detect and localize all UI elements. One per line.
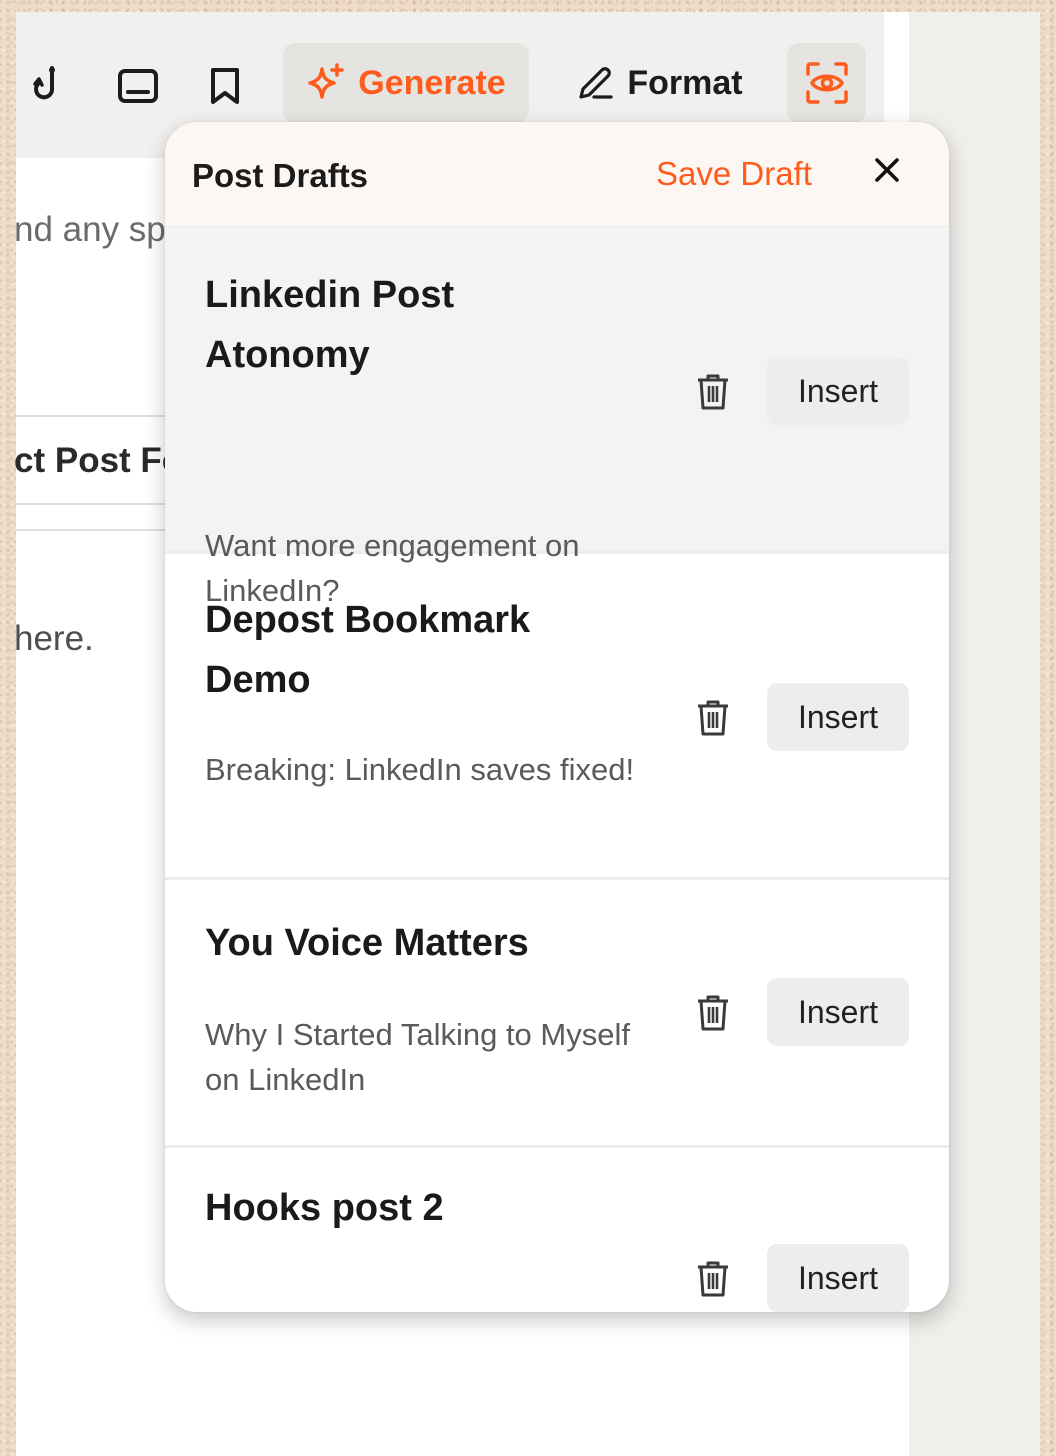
draft-item[interactable]: Linkedin Post Atonomy Want more engageme… — [165, 227, 949, 608]
post-format-select[interactable]: ct Post Fo — [14, 441, 183, 481]
draft-preview: Why I Started Talking to Myself on Linke… — [205, 1017, 630, 1097]
generate-button[interactable]: Generate — [283, 43, 529, 123]
preview-button[interactable] — [787, 43, 866, 123]
close-icon[interactable] — [865, 148, 909, 192]
divider — [16, 415, 176, 417]
inbox-icon[interactable] — [116, 64, 160, 108]
editor-placeholder[interactable]: here. — [14, 619, 94, 659]
post-drafts-panel: Post Drafts Save Draft Linkedin Post Ato… — [165, 122, 949, 1312]
trash-icon[interactable] — [689, 989, 737, 1037]
format-label: Format — [627, 63, 743, 102]
draft-title: Hooks post 2 — [205, 1187, 444, 1229]
drafts-panel-header: Post Drafts Save Draft — [165, 122, 949, 227]
draft-item[interactable]: Hooks post 2 Insert — [165, 1148, 949, 1312]
draft-preview: Breaking: LinkedIn saves fixed! — [205, 752, 635, 787]
hook-icon[interactable] — [30, 64, 74, 108]
draft-title: You Voice Matters — [205, 922, 529, 964]
draft-item[interactable]: You Voice Matters Why I Started Talking … — [165, 880, 949, 1148]
trash-icon[interactable] — [689, 694, 737, 742]
pen-icon — [579, 67, 613, 99]
draft-title: Linkedin Post Atonomy — [205, 274, 455, 376]
editor-hint-text: nd any sp — [14, 210, 166, 249]
divider — [16, 529, 176, 531]
draft-title: Depost Bookmark Demo — [205, 599, 531, 701]
insert-button[interactable]: Insert — [767, 1244, 909, 1312]
trash-icon[interactable] — [689, 368, 737, 416]
sparkle-icon — [308, 63, 345, 99]
trash-icon[interactable] — [689, 1255, 737, 1303]
generate-label: Generate — [358, 63, 506, 102]
divider — [16, 503, 176, 505]
panel-title: Post Drafts — [192, 157, 369, 194]
save-draft-button[interactable]: Save Draft — [656, 155, 812, 193]
insert-button[interactable]: Insert — [767, 683, 909, 751]
eye-scan-icon — [805, 62, 848, 104]
draft-item[interactable]: Depost Bookmark Demo Breaking: LinkedIn … — [165, 554, 949, 880]
bookmark-icon[interactable] — [203, 64, 247, 108]
insert-button[interactable]: Insert — [767, 978, 909, 1046]
insert-button[interactable]: Insert — [767, 357, 909, 425]
format-button[interactable]: Format — [564, 43, 754, 123]
